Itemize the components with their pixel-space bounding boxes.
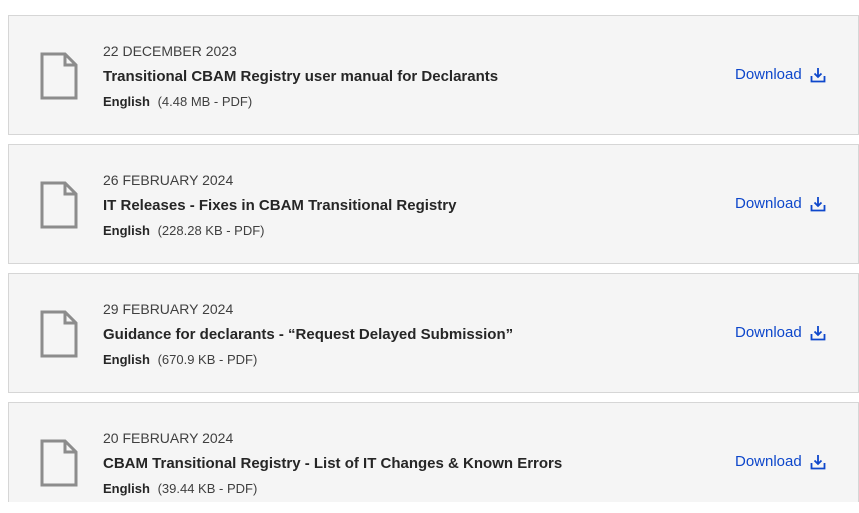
file-icon — [40, 52, 78, 100]
download-label: Download — [735, 453, 802, 470]
document-date: 29 FEBRUARY 2024 — [103, 301, 234, 317]
document-file-details: (4.48 MB - PDF) — [157, 94, 253, 109]
document-language: English — [103, 94, 150, 109]
download-label: Download — [735, 195, 802, 212]
document-file-details: (39.44 KB - PDF) — [157, 481, 258, 496]
download-label: Download — [735, 66, 802, 83]
document-meta: English (670.9 KB - PDF) — [103, 352, 257, 367]
document-card: 22 DECEMBER 2023 Transitional CBAM Regis… — [8, 15, 859, 135]
document-language: English — [103, 352, 150, 367]
document-card: 29 FEBRUARY 2024 Guidance for declarants… — [8, 273, 859, 393]
document-card: 20 FEBRUARY 2024 CBAM Transitional Regis… — [8, 402, 859, 502]
document-file-details: (228.28 KB - PDF) — [157, 223, 265, 238]
download-link[interactable]: Download — [735, 66, 826, 83]
file-icon — [40, 181, 78, 229]
download-link[interactable]: Download — [735, 453, 826, 470]
download-icon — [810, 196, 826, 211]
download-icon — [810, 454, 826, 469]
document-title: Guidance for declarants - “Request Delay… — [103, 326, 514, 343]
document-date: 22 DECEMBER 2023 — [103, 43, 237, 59]
file-icon — [40, 439, 78, 487]
download-label: Download — [735, 324, 802, 341]
document-date: 26 FEBRUARY 2024 — [103, 172, 234, 188]
document-meta: English (4.48 MB - PDF) — [103, 94, 252, 109]
download-link[interactable]: Download — [735, 195, 826, 212]
download-icon — [810, 67, 826, 82]
file-icon — [40, 310, 78, 358]
document-title: CBAM Transitional Registry - List of IT … — [103, 455, 563, 472]
document-meta: English (228.28 KB - PDF) — [103, 223, 265, 238]
download-icon — [810, 325, 826, 340]
document-file-details: (670.9 KB - PDF) — [157, 352, 258, 367]
document-title: IT Releases - Fixes in CBAM Transitional… — [103, 197, 457, 214]
document-list: 22 DECEMBER 2023 Transitional CBAM Regis… — [8, 15, 859, 502]
document-date: 20 FEBRUARY 2024 — [103, 430, 234, 446]
document-title: Transitional CBAM Registry user manual f… — [103, 68, 499, 85]
document-card: 26 FEBRUARY 2024 IT Releases - Fixes in … — [8, 144, 859, 264]
document-meta: English (39.44 KB - PDF) — [103, 481, 257, 496]
document-language: English — [103, 223, 150, 238]
document-language: English — [103, 481, 150, 496]
download-link[interactable]: Download — [735, 324, 826, 341]
